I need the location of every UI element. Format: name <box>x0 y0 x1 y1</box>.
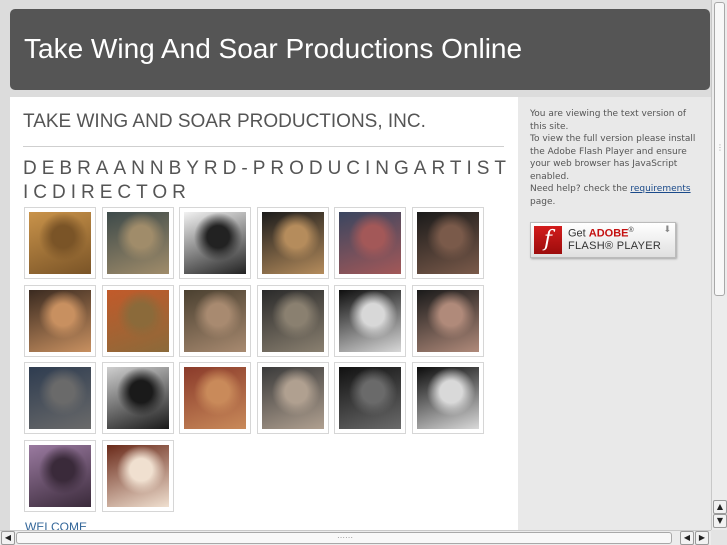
gallery-thumbnail[interactable] <box>179 362 251 434</box>
scroll-up-button[interactable]: ▲ <box>713 500 727 514</box>
gallery-thumbnail[interactable] <box>24 440 96 512</box>
gallery-thumbnail[interactable] <box>102 207 174 279</box>
scroll-left-button-2[interactable]: ◀ <box>680 531 694 545</box>
gallery-thumbnail[interactable] <box>412 285 484 357</box>
horizontal-scrollbar[interactable]: ◀ ⋯⋯ ◀ ▶ <box>0 530 711 545</box>
thumbnail-image <box>417 290 479 352</box>
thumbnail-image <box>29 290 91 352</box>
site-title: Take Wing And Soar Productions Online <box>24 33 523 64</box>
vertical-scroll-thumb[interactable]: ⋮⋮ <box>714 2 727 296</box>
gallery-thumbnail[interactable] <box>334 207 406 279</box>
gallery-thumbnail[interactable] <box>257 362 329 434</box>
gallery-thumbnail[interactable] <box>24 285 96 357</box>
flash-reg-mark: ® <box>628 227 634 234</box>
thumbnail-image <box>417 367 479 429</box>
company-heading: TAKE WING AND SOAR PRODUCTIONS, INC. <box>23 111 426 132</box>
scroll-right-button[interactable]: ▶ <box>695 531 709 545</box>
sidebar: You are viewing the text version of this… <box>518 97 711 534</box>
gallery-thumbnail[interactable] <box>334 362 406 434</box>
grip-icon: ⋮⋮ <box>716 143 727 152</box>
flash-adobe-label: ADOBE <box>588 227 629 240</box>
scroll-corner <box>711 530 727 545</box>
thumbnail-image <box>107 212 169 274</box>
thumbnail-image <box>107 445 169 507</box>
thumbnail-image <box>262 290 324 352</box>
grip-icon: ⋯⋯ <box>337 533 353 542</box>
gallery-thumbnail[interactable] <box>102 285 174 357</box>
vertical-scrollbar[interactable]: ⋮⋮ ▲ ▼ <box>711 0 727 530</box>
thumbnail-image <box>339 290 401 352</box>
thumbnail-image <box>29 445 91 507</box>
gallery-title: DEBRAANNBYRD-PRODUCINGARTISTICDIRECTOR <box>23 158 512 203</box>
thumbnail-image <box>262 212 324 274</box>
get-flash-player-button[interactable]: f Get ADOBE® FLASH® PLAYER ⬇ <box>530 222 676 258</box>
thumbnail-image <box>107 290 169 352</box>
flash-badge-get: Get ADOBE® <box>568 227 634 240</box>
requirements-link[interactable]: requirements <box>630 184 690 194</box>
scroll-down-button[interactable]: ▼ <box>713 514 727 528</box>
site-header: Take Wing And Soar Productions Online <box>10 9 710 90</box>
thumbnail-image <box>339 367 401 429</box>
gallery-thumbnail[interactable] <box>24 207 96 279</box>
help-suffix: page. <box>530 196 556 207</box>
thumbnail-image <box>339 212 401 274</box>
flash-install-notice: To view the full version please install … <box>530 134 696 182</box>
thumbnail-image <box>29 367 91 429</box>
gallery-thumbnail[interactable] <box>257 207 329 279</box>
main-content: TAKE WING AND SOAR PRODUCTIONS, INC. DEB… <box>10 97 518 534</box>
horizontal-scroll-thumb[interactable]: ⋯⋯ <box>16 532 672 544</box>
gallery-thumbnail[interactable] <box>24 362 96 434</box>
divider <box>23 146 504 147</box>
gallery-thumbnail[interactable] <box>257 285 329 357</box>
thumbnail-image <box>262 367 324 429</box>
gallery-thumbnail[interactable] <box>412 362 484 434</box>
gallery-thumbnail[interactable] <box>102 440 174 512</box>
gallery-thumbnail[interactable] <box>334 285 406 357</box>
scroll-left-button[interactable]: ◀ <box>1 531 15 545</box>
help-line: Need help? check the requirements page. <box>530 183 700 208</box>
thumbnail-image <box>107 367 169 429</box>
download-arrow-icon: ⬇ <box>663 225 671 235</box>
gallery-thumbnail[interactable] <box>412 207 484 279</box>
flash-icon: f <box>534 226 562 254</box>
gallery-thumbnail[interactable] <box>179 207 251 279</box>
flash-badge-player: FLASH® PLAYER <box>568 240 662 252</box>
gallery-thumbnail[interactable] <box>179 285 251 357</box>
text-version-notice: You are viewing the text version of this… <box>530 109 687 132</box>
thumbnail-image <box>184 212 246 274</box>
thumbnail-image <box>184 290 246 352</box>
thumbnail-image <box>417 212 479 274</box>
gallery-thumbnail[interactable] <box>102 362 174 434</box>
thumbnail-image <box>29 212 91 274</box>
thumbnail-image <box>184 367 246 429</box>
flash-get-label: Get <box>568 227 586 240</box>
help-prefix: Need help? check the <box>530 184 631 194</box>
